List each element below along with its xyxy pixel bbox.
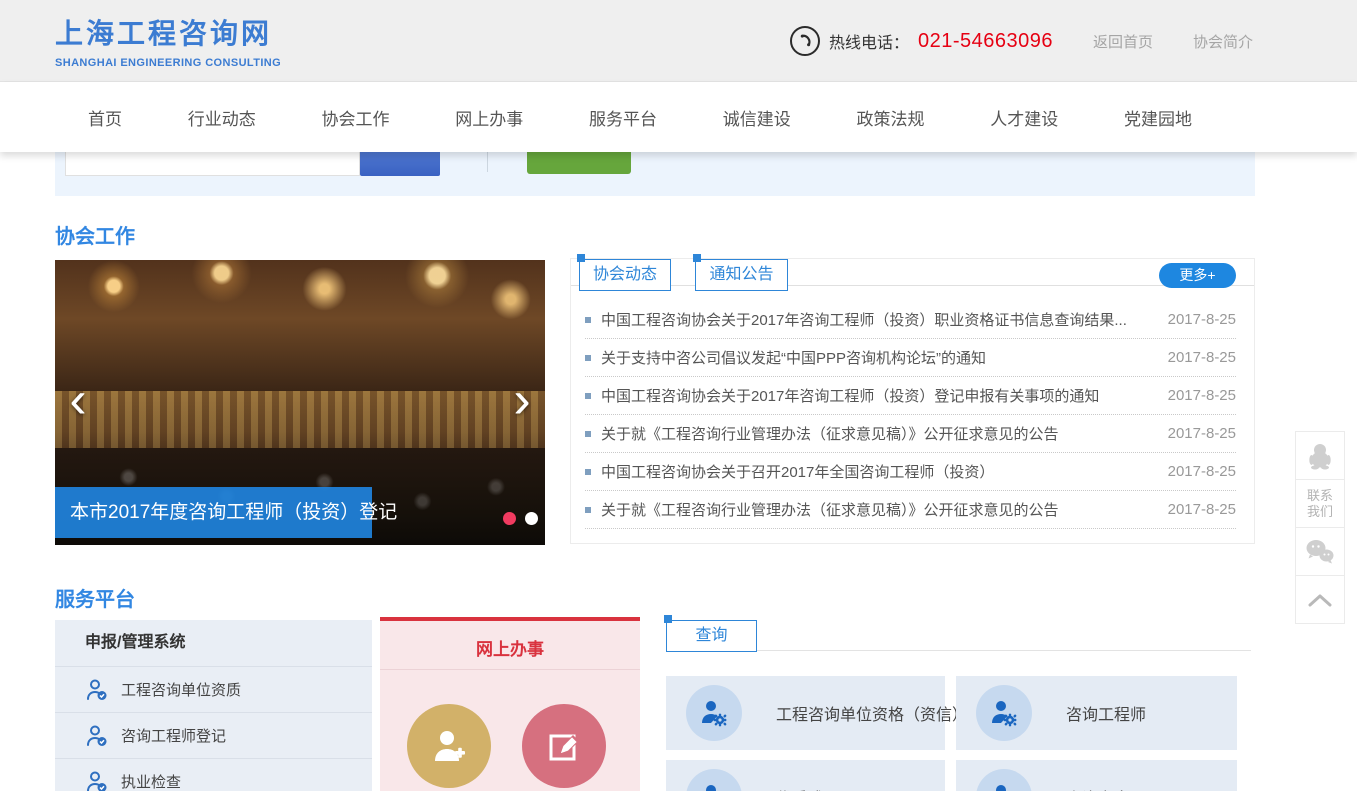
tab-query[interactable]: 查询 — [666, 620, 757, 652]
online-apply-button[interactable] — [522, 704, 606, 788]
carousel-prev-icon[interactable]: ‹ — [61, 372, 95, 432]
contact-us-label: 联系我们 — [1305, 488, 1335, 520]
person-plus-icon — [428, 725, 470, 767]
news-row[interactable]: 关于就《工程咨询行业管理办法（征求意见稿）》公开征求意见的公告 2017-8-2… — [585, 491, 1236, 529]
phone-icon — [790, 26, 820, 56]
back-to-top-button[interactable] — [1295, 575, 1345, 624]
carousel-caption[interactable]: 本市2017年度咨询工程师（投资）登记 — [55, 487, 372, 538]
hotline: 热线电话： 021-54663096 — [790, 26, 1053, 56]
qq-contact-button[interactable] — [1295, 431, 1345, 480]
person-gear-icon — [686, 685, 742, 741]
query-tile-experts[interactable]: 咨询专家 — [956, 760, 1237, 791]
edit-icon — [544, 726, 584, 766]
bullet-icon — [585, 355, 591, 361]
query-tile-achievements[interactable]: 优秀成果 — [666, 760, 945, 791]
qq-penguin-icon — [1305, 441, 1335, 471]
hotline-number: 021-54663096 — [918, 30, 1053, 53]
bullet-icon — [585, 393, 591, 399]
declare-item-unit-qualification[interactable]: 工程咨询单位资质 — [55, 666, 372, 712]
main-navbar: 首页 行业动态 协会工作 网上办事 服务平台 诚信建设 政策法规 人才建设 党建… — [0, 82, 1357, 152]
floating-sidebar: 联系我们 — [1295, 432, 1345, 624]
site-subtitle: SHANGHAI ENGINEERING CONSULTING — [55, 57, 281, 69]
news-row[interactable]: 中国工程咨询协会关于2017年咨询工程师（投资）职业资格证书信息查询结果... … — [585, 301, 1236, 339]
link-return-home[interactable]: 返回首页 — [1079, 31, 1153, 52]
more-button[interactable]: 更多+ — [1159, 263, 1236, 288]
bullet-icon — [585, 507, 591, 513]
query-tile-consulting-engineer[interactable]: 咨询工程师 — [956, 676, 1237, 750]
nav-item-policies[interactable]: 政策法规 — [857, 105, 925, 130]
person-gear-icon — [976, 685, 1032, 741]
carousel-dots — [503, 512, 538, 525]
query-panel: 查询 工程咨询单位资格（资信） 咨询工程师 优秀成果 咨询专家 — [666, 620, 1251, 791]
tabs-underline — [571, 285, 1254, 286]
nav-item-home[interactable]: 首页 — [88, 105, 122, 130]
news-row[interactable]: 中国工程咨询协会关于召开2017年全国咨询工程师（投资） 2017-8-25 — [585, 453, 1236, 491]
person-check-icon — [85, 678, 109, 702]
carousel-dot[interactable] — [525, 512, 538, 525]
carousel-next-icon[interactable]: › — [505, 372, 539, 432]
nav-items: 首页 行业动态 协会工作 网上办事 服务平台 诚信建设 政策法规 人才建设 党建… — [88, 82, 1192, 152]
hotline-label: 热线电话： — [829, 29, 909, 53]
nav-item-online-services[interactable]: 网上办事 — [455, 105, 523, 130]
carousel: ‹ › 本市2017年度咨询工程师（投资）登记 — [55, 260, 545, 545]
news-row[interactable]: 关于支持中咨公司倡议发起“中国PPP咨询机构论坛”的通知 2017-8-25 — [585, 339, 1236, 377]
wechat-icon — [1304, 537, 1336, 567]
news-list: 中国工程咨询协会关于2017年咨询工程师（投资）职业资格证书信息查询结果... … — [585, 301, 1236, 529]
query-tile-unit-credit[interactable]: 工程咨询单位资格（资信） — [666, 676, 945, 750]
tab-association-dynamics[interactable]: 协会动态 — [579, 259, 671, 291]
declare-manage-panel: 申报/管理系统 工程咨询单位资质 咨询工程师登记 执业检查 — [55, 620, 372, 791]
site-title: 上海工程咨询网 — [55, 12, 281, 52]
online-services-card: 网上办事 — [380, 617, 640, 791]
header-right: 热线电话： 021-54663096 返回首页 协会简介 — [790, 0, 1253, 82]
person-check-icon — [85, 724, 109, 748]
person-check-icon — [85, 770, 109, 791]
wechat-button[interactable] — [1295, 527, 1345, 576]
search-band — [55, 152, 1255, 196]
news-row[interactable]: 关于就《工程咨询行业管理办法（征求意见稿）》公开征求意见的公告 2017-8-2… — [585, 415, 1236, 453]
contact-us-button[interactable]: 联系我们 — [1295, 479, 1345, 528]
bullet-icon — [585, 317, 591, 323]
nav-item-integrity[interactable]: 诚信建设 — [723, 105, 791, 130]
bullet-icon — [585, 469, 591, 475]
top-header: 上海工程咨询网 SHANGHAI ENGINEERING CONSULTING … — [0, 0, 1357, 82]
carousel-photo — [55, 260, 545, 391]
register-user-button[interactable] — [407, 704, 491, 788]
declare-panel-title: 申报/管理系统 — [85, 620, 185, 666]
nav-item-talent[interactable]: 人才建设 — [990, 105, 1058, 130]
band-divider — [487, 152, 488, 172]
carousel-dot-active[interactable] — [503, 512, 516, 525]
nav-item-industry-news[interactable]: 行业动态 — [188, 105, 256, 130]
chevron-up-icon — [1306, 591, 1334, 609]
nav-item-party-building[interactable]: 党建园地 — [1124, 105, 1192, 130]
site-logo[interactable]: 上海工程咨询网 SHANGHAI ENGINEERING CONSULTING — [55, 12, 281, 69]
declare-item-engineer-registration[interactable]: 咨询工程师登记 — [55, 712, 372, 758]
tab-notices[interactable]: 通知公告 — [695, 259, 788, 291]
person-gear-icon — [976, 769, 1032, 791]
section-title-association-work: 协会工作 — [55, 220, 135, 249]
page: 上海工程咨询网 SHANGHAI ENGINEERING CONSULTING … — [0, 0, 1357, 791]
nav-item-association-work[interactable]: 协会工作 — [322, 105, 390, 130]
link-association-intro[interactable]: 协会简介 — [1179, 31, 1253, 52]
bullet-icon — [585, 431, 591, 437]
online-card-title: 网上办事 — [380, 635, 640, 660]
declare-item-practice-inspection[interactable]: 执业检查 — [55, 758, 372, 791]
nav-item-service-platform[interactable]: 服务平台 — [589, 105, 657, 130]
section-title-service-platform: 服务平台 — [55, 583, 135, 612]
person-gear-icon — [686, 769, 742, 791]
online-card-divider — [380, 669, 640, 670]
news-row[interactable]: 中国工程咨询协会关于2017年咨询工程师（投资）登记申报有关事项的通知 2017… — [585, 377, 1236, 415]
news-panel: 协会动态 通知公告 更多+ 中国工程咨询协会关于2017年咨询工程师（投资）职业… — [570, 258, 1255, 544]
